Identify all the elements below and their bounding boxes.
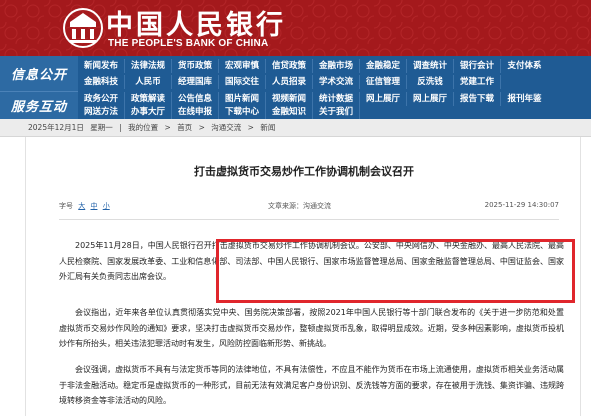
breadcrumb-location: 我的位置 [128,123,159,132]
nav-link[interactable]: 网送方法 [78,105,125,119]
nav-link[interactable]: 信贷政策 [266,59,313,73]
nav-link[interactable]: 金融知识 [266,105,313,119]
main-nav: 信息公开 新闻发布 法律法规 货币政策 宏观审慎 信贷政策 金融市场 金融稳定 … [0,56,591,119]
nav-link[interactable]: 公告信息 [172,92,219,106]
bank-logo-icon[interactable] [62,7,104,49]
nav-link[interactable]: 网上展厅 [407,92,454,106]
font-size-small-button[interactable]: 小 [103,202,110,210]
nav-link[interactable]: 政务公开 [78,92,125,106]
breadcrumb-section-link[interactable]: 沟通交流 [211,123,241,132]
nav-link[interactable]: 国际交往 [219,75,266,89]
breadcrumb-home-link[interactable]: 首页 [177,123,192,132]
bank-name-en: THE PEOPLE'S BANK OF CHINA [108,38,269,49]
font-size-label: 字号 [59,202,73,210]
nav-service-section: 服务互动 政务公开 政策解读 公告信息 图片新闻 视频新闻 统计数据 网上展厅 … [0,91,591,119]
nav-link[interactable]: 报告下载 [454,92,501,106]
highlight-annotation-box [216,239,575,303]
nav-link[interactable]: 报刊年鉴 [501,92,548,106]
font-size-medium-button[interactable]: 中 [90,202,97,210]
article-paragraph: 会议强调，虚拟货币不具有与法定货币等同的法律地位，不具有法偿性，不应且不能作为货… [59,365,564,405]
breadcrumb: 2025年12月1日 星期一 | 我的位置 > 首页 > 沟通交流 > 新闻 [0,119,591,137]
nav-link[interactable]: 经理国库 [172,75,219,89]
nav-link[interactable]: 法律法规 [125,59,172,73]
nav-link[interactable]: 宏观审慎 [219,59,266,73]
article-title: 打击虚拟货币交易炒作工作协调机制会议召开 [194,165,414,178]
nav-link[interactable]: 反洗钱 [407,75,454,89]
font-size-controls: 字号 大 中 小 [59,201,110,211]
nav-link[interactable]: 学术交流 [313,75,360,89]
nav-link[interactable]: 银行会计 [454,59,501,73]
nav-link[interactable]: 视频新闻 [266,92,313,106]
nav-link[interactable]: 统计数据 [313,92,360,106]
nav-link[interactable]: 网上展厅 [360,92,407,106]
nav-link[interactable]: 办事大厅 [125,105,172,119]
divider [59,219,559,220]
nav-info-row-2: 金融科技 人民币 经理国库 国际交往 人员招录 学术交流 征信管理 反洗钱 党建… [78,75,591,89]
nav-link[interactable]: 党建工作 [454,75,501,89]
nav-link[interactable]: 支付体系 [501,59,548,73]
article-meta: 字号 大 中 小 文章来源：沟通交流 2025-11-29 14:30:07 [59,201,559,213]
article-source: 文章来源：沟通交流 [268,202,331,210]
nav-link[interactable]: 新闻发布 [78,59,125,73]
font-size-large-button[interactable]: 大 [78,202,85,210]
nav-info-section: 信息公开 新闻发布 法律法规 货币政策 宏观审慎 信贷政策 金融市场 金融稳定 … [0,56,591,91]
nav-link[interactable]: 下载中心 [219,105,266,119]
nav-link[interactable]: 货币政策 [172,59,219,73]
nav-info-label: 信息公开 [0,56,78,91]
nav-link[interactable]: 关于我们 [313,105,360,119]
breadcrumb-separator: | [119,123,122,132]
breadcrumb-current[interactable]: 新闻 [260,123,275,132]
nav-link[interactable]: 政策解读 [125,92,172,106]
breadcrumb-separator: > [198,123,205,132]
nav-link[interactable]: 调查统计 [407,59,454,73]
breadcrumb-separator: > [164,123,171,132]
nav-link[interactable]: 金融稳定 [360,59,407,73]
bank-name-cn: 中国人民银行 [106,10,286,41]
nav-link[interactable]: 金融科技 [78,75,125,89]
breadcrumb-separator: > [247,123,254,132]
nav-link[interactable]: 金融市场 [313,59,360,73]
article-datetime: 2025-11-29 14:30:07 [484,201,559,209]
nav-service-row-2: 网送方法 办事大厅 在线申报 下载中心 金融知识 关于我们 [78,105,591,119]
nav-link[interactable]: 图片新闻 [219,92,266,106]
article-paragraph: 会议指出，近年来各单位认真贯彻落实党中央、国务院决策部署，按照2021年中国人民… [59,308,564,348]
nav-service-row-1: 政务公开 政策解读 公告信息 图片新闻 视频新闻 统计数据 网上展厅 网上展厅 … [78,92,591,106]
site-header: 中国人民银行 THE PEOPLE'S BANK OF CHINA [0,0,591,56]
nav-link[interactable]: 人员招录 [266,75,313,89]
nav-link[interactable]: 人民币 [125,75,172,89]
nav-service-label: 服务互动 [0,91,78,119]
nav-info-row-1: 新闻发布 法律法规 货币政策 宏观审慎 信贷政策 金融市场 金融稳定 调查统计 … [78,59,591,73]
breadcrumb-date: 2025年12月1日 [28,123,84,132]
nav-link[interactable]: 征信管理 [360,75,407,89]
breadcrumb-weekday: 星期一 [90,123,113,132]
nav-link[interactable]: 在线申报 [172,105,219,119]
